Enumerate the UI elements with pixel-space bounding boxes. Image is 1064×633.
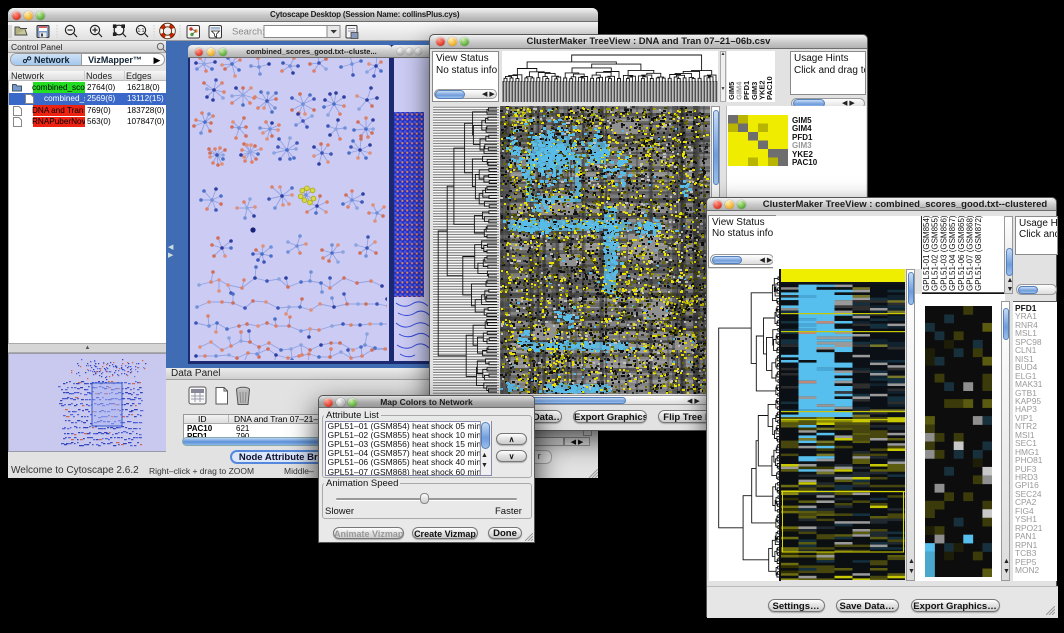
svg-text:GPL51-01 (GSM854): GPL51-01 (GSM854) [922,216,931,291]
svg-text:GPL51-07 (GSM868): GPL51-07 (GSM868) [966,216,975,291]
svg-text:GPL51-08 (GSM872): GPL51-08 (GSM872) [974,216,983,291]
svg-text:GPL51-03 (GSM856): GPL51-03 (GSM856) [939,216,948,291]
svg-text:Search:: Search: [232,27,265,38]
svg-text:GPL51-06 (GSM865): GPL51-06 (GSM865) [957,216,966,291]
svg-text:GPL51-02 (GSM855): GPL51-02 (GSM855) [931,216,940,291]
svg-text:PAC10: PAC10 [765,76,774,100]
svg-text:GPL51-04 (GSM857): GPL51-04 (GSM857) [948,216,957,291]
svg-text:1:1: 1:1 [138,28,145,34]
